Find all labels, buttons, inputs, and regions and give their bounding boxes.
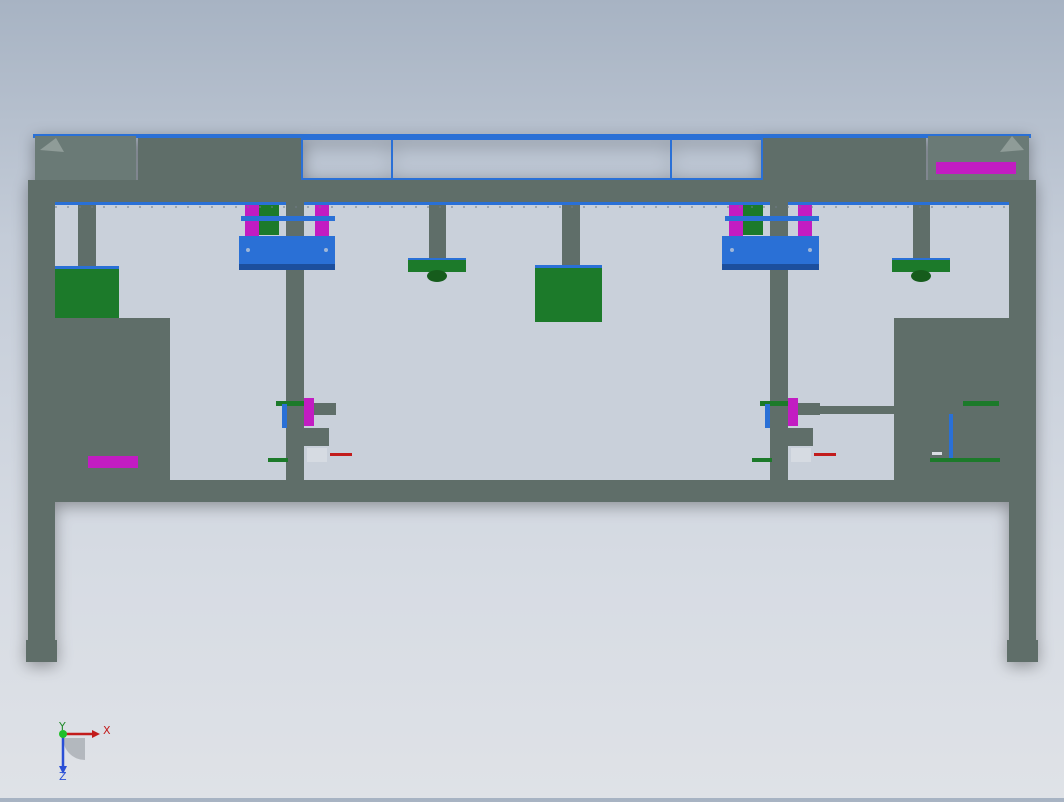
axis-triad[interactable]: X Y Z (58, 720, 111, 783)
gripper-left (408, 258, 466, 272)
z-axis-label: Z (59, 770, 67, 783)
right-leg (1009, 180, 1036, 642)
machine-model: X Y Z (26, 134, 1038, 783)
left-side-block (55, 318, 170, 480)
machine-frame (26, 134, 1038, 662)
left-green-module (55, 266, 119, 318)
top-right-label-plate (936, 162, 1016, 174)
center-green-module (535, 265, 602, 322)
left-leg (28, 180, 55, 642)
gripper-right (892, 258, 950, 272)
top-beam (28, 180, 1036, 204)
x-axis-label: X (103, 724, 111, 737)
cad-viewport[interactable]: X Y Z (0, 0, 1064, 798)
left-label-plate (88, 456, 138, 468)
bottom-beam (28, 480, 1036, 502)
y-axis-label: Y (58, 720, 66, 733)
